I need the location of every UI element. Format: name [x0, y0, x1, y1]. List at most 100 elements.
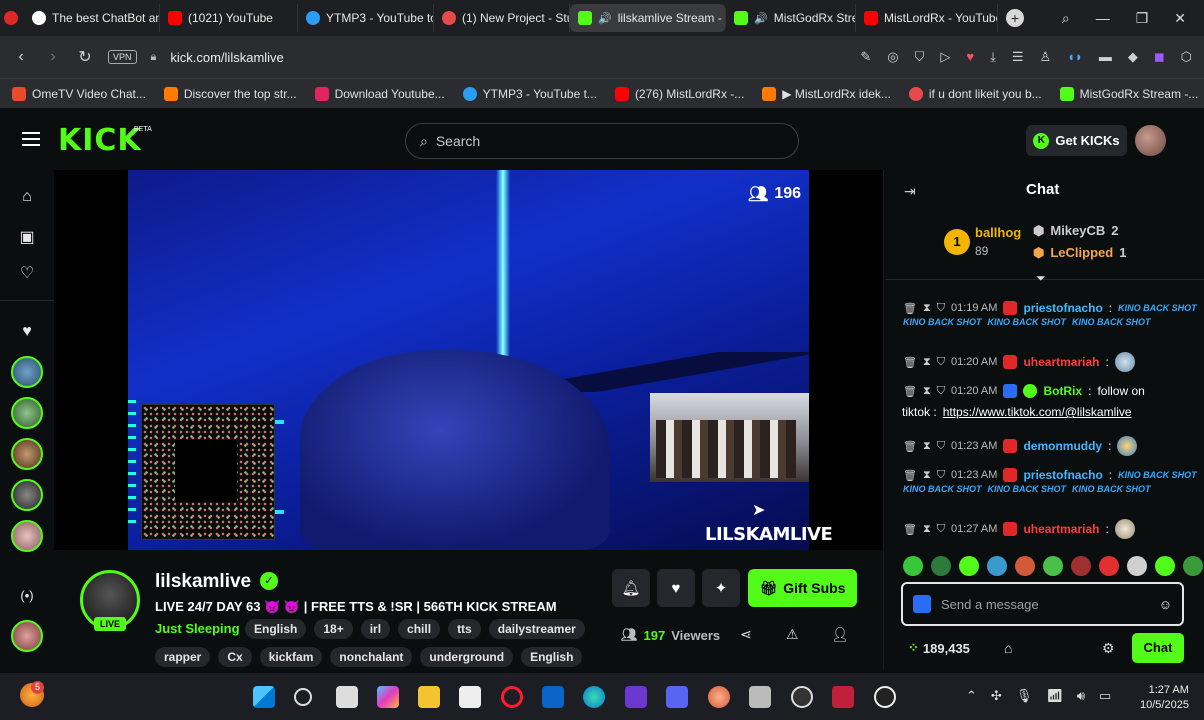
- tag[interactable]: dailystreamer: [488, 619, 585, 639]
- emote-icon[interactable]: [987, 556, 1007, 576]
- edit-icon[interactable]: ✎: [860, 49, 871, 65]
- emote-icon[interactable]: [1183, 556, 1203, 576]
- bookmark[interactable]: Discover the top str...: [163, 86, 297, 101]
- back-button[interactable]: ‹: [12, 48, 30, 66]
- speaker-icon[interactable]: 🔊: [598, 12, 612, 25]
- file-explorer-icon[interactable]: [418, 686, 440, 708]
- media-player-icon[interactable]: [874, 686, 896, 708]
- browser-tab-active[interactable]: 🔊 lilskamlive Stream - W: [570, 4, 726, 32]
- following-heart-icon[interactable]: ♡: [16, 263, 38, 285]
- home-icon[interactable]: ⌂: [16, 188, 38, 210]
- browser-tab[interactable]: 🔊 MistGodRx Stream: [726, 4, 856, 32]
- bookmark[interactable]: Download Youtube...: [314, 86, 445, 101]
- bookmark[interactable]: MistGodRx Stream -...: [1059, 86, 1198, 101]
- leaderboard-first-name[interactable]: ballhog: [975, 225, 1021, 240]
- chat-message-input[interactable]: Send a message ☺: [901, 582, 1184, 626]
- emote-icon[interactable]: [1015, 556, 1035, 576]
- wifi-icon[interactable]: 📶︎: [1046, 688, 1063, 704]
- share-icon[interactable]: ⋖: [740, 626, 752, 643]
- user-avatar[interactable]: [1135, 125, 1166, 156]
- delete-icon[interactable]: 🗑︎: [903, 523, 917, 536]
- delete-icon[interactable]: 🗑︎: [903, 440, 917, 453]
- reload-button[interactable]: ↻: [76, 47, 94, 67]
- bookmark[interactable]: YTMP3 - YouTube t...: [462, 86, 597, 101]
- sparkle-button[interactable]: ✦: [702, 569, 740, 607]
- emote-icon[interactable]: [1099, 556, 1119, 576]
- search-input[interactable]: ⌕ Search: [405, 123, 799, 159]
- bookmark[interactable]: OmeTV Video Chat...: [12, 86, 146, 101]
- camera-app-icon[interactable]: [749, 686, 771, 708]
- message-username[interactable]: uheartmariah: [1023, 522, 1099, 536]
- diamond-icon[interactable]: ◆: [1128, 49, 1138, 65]
- message-username[interactable]: priestofnacho: [1023, 301, 1102, 315]
- shield-icon[interactable]: ⛉: [915, 49, 925, 65]
- delete-icon[interactable]: 🗑︎: [903, 385, 917, 398]
- volume-icon[interactable]: 🔊︎: [1077, 688, 1085, 704]
- camera-icon[interactable]: ◎: [887, 49, 898, 65]
- opera-browser-icon[interactable]: [501, 686, 523, 708]
- emote-icon[interactable]: [903, 556, 923, 576]
- message-username[interactable]: BotRix: [1043, 384, 1082, 398]
- kick-chat-badge-icon[interactable]: [913, 595, 931, 613]
- tag[interactable]: English: [521, 647, 583, 667]
- timeout-icon[interactable]: ⧗: [923, 302, 931, 315]
- follow-button[interactable]: ♥: [657, 569, 695, 607]
- followed-channel-avatar[interactable]: [11, 520, 43, 552]
- chat-message[interactable]: 🗑︎ ⧗ ⛉ 01:20 AM BotRix: follow on: [903, 384, 1145, 398]
- timeout-icon[interactable]: ⧗: [923, 440, 931, 453]
- taskbar-search-icon[interactable]: [294, 688, 312, 706]
- clipchamp-icon[interactable]: [625, 686, 647, 708]
- close-window-button[interactable]: ✕: [1174, 10, 1186, 27]
- forward-button[interactable]: ›: [44, 48, 62, 66]
- emoji-picker-icon[interactable]: ☺: [1159, 597, 1172, 612]
- task-view-icon[interactable]: [336, 686, 358, 708]
- followed-channel-avatar[interactable]: [11, 438, 43, 470]
- app-icon[interactable]: [791, 686, 813, 708]
- delete-icon[interactable]: 🗑︎: [903, 302, 917, 315]
- collapse-chat-icon[interactable]: ⇥: [904, 183, 916, 200]
- delete-icon[interactable]: 🗑︎: [903, 356, 917, 369]
- download-icon[interactable]: ⤓: [990, 49, 996, 65]
- browser-tab[interactable]: The best ChatBot and: [24, 4, 160, 32]
- stream-category[interactable]: Just Sleeping: [155, 621, 240, 636]
- chat-message[interactable]: 🗑︎ ⧗ ⛉ 01:19 AM priestofnacho: KINO BACK S…: [903, 301, 1197, 315]
- tag[interactable]: rapper: [155, 647, 211, 667]
- get-kicks-button[interactable]: K Get KICKs: [1026, 125, 1127, 156]
- emote-icon[interactable]: [1127, 556, 1147, 576]
- send-chat-button[interactable]: Chat: [1132, 633, 1184, 663]
- delete-icon[interactable]: 🗑︎: [903, 469, 917, 482]
- hamburger-menu-icon[interactable]: [22, 132, 40, 146]
- chat-message[interactable]: 🗑︎ ⧗ ⛉ 01:23 AM demonmuddy:: [903, 436, 1138, 456]
- store-app-icon[interactable]: [459, 686, 481, 708]
- tag[interactable]: 18+: [314, 619, 353, 639]
- followed-channel-avatar[interactable]: [11, 397, 43, 429]
- message-username[interactable]: demonmuddy: [1023, 439, 1102, 453]
- taskbar-clock[interactable]: 1:27 AM 10/5/2025: [1140, 683, 1189, 713]
- kick-logo[interactable]: KICK: [58, 123, 142, 158]
- new-tab-button[interactable]: +: [1006, 9, 1024, 27]
- timeout-icon[interactable]: ⧗: [923, 469, 931, 482]
- report-warning-icon[interactable]: ⚠: [786, 626, 799, 643]
- expand-leaderboard-icon[interactable]: ⏷: [1036, 271, 1046, 286]
- settings-gear-icon[interactable]: ⚙: [1102, 640, 1115, 657]
- chevron-up-icon[interactable]: ⌃: [966, 688, 977, 704]
- browser-tab[interactable]: YTMP3 - YouTube to: [298, 4, 434, 32]
- tag[interactable]: kickfam: [259, 647, 323, 667]
- chat-message[interactable]: 🗑︎ ⧗ ⛉ 01:23 AM priestofnacho: KINO BACK S…: [903, 468, 1197, 482]
- cube-icon[interactable]: ⬡: [1181, 49, 1192, 65]
- timeout-icon[interactable]: ⧗: [923, 523, 931, 536]
- tiktok-link[interactable]: https://www.tiktok.com/@lilskamlive: [943, 405, 1132, 419]
- notification-bell-button[interactable]: 🔔︎: [612, 569, 650, 607]
- chat-message[interactable]: 🗑︎ ⧗ ⛉ 01:20 AM uheartmariah:: [903, 352, 1135, 372]
- copilot-icon[interactable]: [377, 686, 399, 708]
- browser-tab[interactable]: (1) New Project - Stud: [434, 4, 570, 32]
- discord-icon[interactable]: [666, 686, 688, 708]
- browse-icon[interactable]: ▣: [16, 227, 38, 249]
- followed-channel-avatar[interactable]: [11, 356, 43, 388]
- easy-setup-icon[interactable]: ☰: [1012, 49, 1024, 65]
- url-field[interactable]: kick.com/lilskamlive: [170, 50, 283, 65]
- vpn-badge[interactable]: VPN: [108, 50, 137, 64]
- channel-name[interactable]: lilskamlive: [155, 571, 251, 593]
- emote-icon[interactable]: [931, 556, 951, 576]
- tag[interactable]: underground: [420, 647, 514, 667]
